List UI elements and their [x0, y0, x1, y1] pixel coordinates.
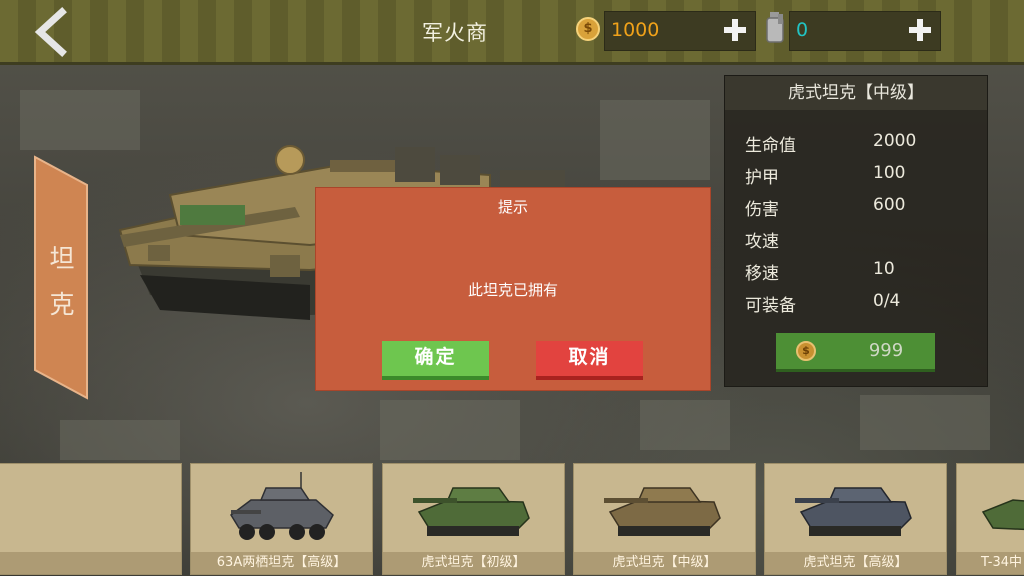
vehicle-card[interactable]: 虎式坦克【初级】 [382, 463, 565, 575]
vehicle-card-label: 63A两栖坦克【高级】 [191, 552, 372, 574]
confirm-button[interactable]: 确定 [382, 341, 489, 380]
vehicle-card-partial[interactable]: T-34中 [956, 463, 1024, 575]
grenade-icon [766, 12, 784, 43]
coin-icon: $ [576, 17, 600, 41]
vehicle-card-label: 虎式坦克【初级】 [383, 552, 564, 574]
tab-tanks-label: 坦克 [49, 244, 75, 319]
vehicle-list: 63A两栖坦克【高级】 虎式坦克【初级】 虎式坦克【中级】 虎式坦克【高级】 T… [0, 463, 1024, 576]
dialog-message: 此坦克已拥有 [467, 281, 558, 299]
tank-thumbnail [413, 487, 530, 536]
tank-thumbnail [795, 487, 912, 536]
ammo-amount: 0 [796, 19, 809, 41]
buy-button[interactable]: $ 999 [776, 333, 935, 372]
stat-label: 攻速 [745, 232, 779, 252]
vehicle-card[interactable]: 虎式坦克【高级】 [764, 463, 947, 575]
tank-thumbnail [604, 487, 721, 536]
stat-row: 护甲 100 [745, 163, 975, 191]
tank-stats-panel: 虎式坦克【中级】 生命值 2000 护甲 100 伤害 600 攻速 移速 10… [724, 75, 988, 387]
stat-label: 生命值 [745, 136, 796, 156]
stat-row: 攻速 [745, 227, 975, 255]
stat-value: 10 [873, 259, 895, 279]
stat-value: 0/4 [873, 291, 901, 311]
stat-row: 生命值 2000 [745, 131, 975, 159]
vehicle-card-label: 虎式坦克【高级】 [765, 552, 946, 574]
cancel-button[interactable]: 取消 [536, 341, 643, 380]
dialog-title: 提示 [497, 198, 528, 216]
stat-row: 移速 10 [745, 259, 975, 287]
stat-value: 2000 [873, 131, 917, 151]
add-coins-button[interactable] [721, 15, 749, 45]
stat-row: 可装备 0/4 [745, 291, 975, 319]
buy-price: 999 [868, 340, 904, 361]
stat-label: 伤害 [745, 200, 779, 220]
ammo-balance: 0 [789, 11, 941, 51]
stat-value: 600 [873, 195, 906, 215]
vehicle-card-label [0, 552, 181, 574]
stat-label: 可装备 [745, 296, 796, 316]
tank-thumbnail [981, 499, 1024, 531]
vehicle-card-label: T-34中 [957, 552, 1024, 574]
stat-row: 伤害 600 [745, 195, 975, 223]
vehicle-card[interactable]: 63A两栖坦克【高级】 [190, 463, 373, 575]
coin-balance: 1000 [604, 11, 756, 51]
top-bar: 军火商 $ 1000 0 [0, 0, 1024, 62]
vehicle-card-selected[interactable]: 虎式坦克【中级】 [573, 463, 756, 575]
stat-value: 100 [873, 163, 906, 183]
coin-amount: 1000 [611, 19, 660, 41]
tank-name: 虎式坦克【中级】 [725, 76, 987, 110]
vehicle-card-label: 虎式坦克【中级】 [574, 552, 755, 574]
stat-label: 移速 [745, 264, 779, 284]
armored-car-image [230, 472, 334, 540]
notice-dialog: 提示 此坦克已拥有 确定 取消 [315, 187, 711, 391]
add-ammo-button[interactable] [906, 15, 934, 45]
stat-label: 护甲 [745, 168, 779, 188]
vehicle-card-partial[interactable] [0, 463, 182, 575]
